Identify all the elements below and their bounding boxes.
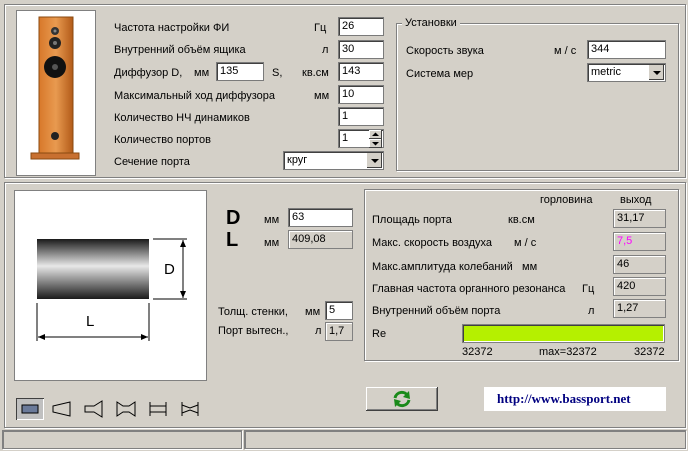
port-section-value: круг	[287, 154, 308, 166]
spin-down-icon	[372, 142, 379, 146]
spin-up-icon	[372, 132, 379, 136]
box-volume-unit: л	[322, 44, 329, 56]
spin-up-button[interactable]	[369, 130, 382, 139]
speaker-image-frame	[16, 10, 96, 176]
re-max-value: max=32372	[539, 346, 597, 358]
port-shape-straight-button[interactable]	[16, 398, 44, 420]
port-shape-flared-button[interactable]	[48, 398, 76, 420]
l-output: 409,08	[288, 230, 353, 249]
port-volume-label: Внутренний объём порта	[372, 305, 501, 317]
box-volume-label: Внутренний объём ящика	[114, 44, 246, 56]
diffuser-s-input[interactable]: 143	[338, 62, 384, 81]
organ-freq-unit: Гц	[582, 283, 595, 295]
re-bar-fill	[464, 326, 663, 341]
double-flare-icon	[116, 401, 136, 417]
amplitude-output: 46	[613, 255, 666, 274]
displaced-label: Порт вытесн.,	[218, 325, 289, 337]
drawing-d-label: D	[164, 261, 175, 278]
displaced-unit: л	[315, 325, 322, 337]
re-label: Re	[372, 328, 387, 340]
refresh-button[interactable]	[366, 387, 438, 411]
port-count-label: Количество портов	[114, 134, 211, 146]
sound-speed-input[interactable]: 344	[587, 40, 666, 59]
sound-speed-unit: м / с	[554, 45, 577, 57]
port-volume-unit: л	[588, 305, 595, 317]
spin-down-button[interactable]	[369, 139, 382, 148]
port-shape-horn-button[interactable]	[80, 398, 108, 420]
diffuser-s-label: S,	[272, 67, 283, 79]
port-area-unit: кв.см	[508, 214, 535, 226]
diffuser-mm-unit: мм	[194, 67, 210, 79]
col-exit-header: выход	[620, 194, 652, 206]
straight-flange-icon	[149, 402, 167, 416]
displaced-output: 1,7	[325, 322, 353, 341]
wall-unit: мм	[305, 306, 321, 318]
woofer-count-label: Количество НЧ динамиков	[114, 112, 250, 124]
drawing-l-label: L	[86, 313, 95, 330]
port-shape-double-flare-button[interactable]	[112, 398, 140, 420]
l-letter: L	[226, 229, 239, 251]
air-speed-output: 7,5	[613, 232, 666, 251]
re-right-value: 32372	[634, 346, 665, 358]
diffuser-d-input[interactable]: 135	[216, 62, 264, 81]
sound-speed-label: Скорость звука	[406, 45, 484, 57]
tuning-freq-input[interactable]: 26	[338, 17, 384, 36]
re-left-value: 32372	[462, 346, 493, 358]
d-unit: мм	[264, 214, 280, 226]
diffuser-s-unit: кв.см	[302, 67, 329, 79]
air-speed-unit: м / с	[514, 237, 537, 249]
l-unit: мм	[264, 237, 280, 249]
window: { "params": { "tuning_freq": {"label":"Ч…	[0, 0, 688, 451]
port-area-output: 31,17	[613, 209, 666, 228]
box-volume-input[interactable]: 30	[338, 40, 384, 59]
max-stroke-label: Максимальный ход диффузора	[114, 90, 276, 102]
refresh-icon	[393, 390, 411, 408]
d-letter: D	[226, 207, 241, 229]
amplitude-unit: мм	[522, 261, 538, 273]
amplitude-label: Макс.амплитуда колебаний	[372, 261, 513, 273]
re-bar	[462, 324, 665, 343]
horn-port-icon	[84, 400, 103, 418]
wall-label: Толщ. стенки,	[218, 306, 288, 318]
diffuser-label: Диффузор D,	[114, 67, 183, 79]
port-area-label: Площадь порта	[372, 214, 452, 226]
port-section-select[interactable]: круг	[283, 151, 384, 170]
port-shape-flange-button[interactable]	[144, 398, 172, 420]
organ-freq-output: 420	[613, 277, 666, 296]
straight-port-icon	[21, 404, 39, 414]
max-stroke-unit: мм	[314, 90, 330, 102]
units-select[interactable]: metric	[587, 63, 666, 82]
port-volume-output: 1,27	[613, 299, 666, 318]
chevron-down-icon[interactable]	[648, 65, 664, 80]
wall-input[interactable]: 5	[325, 301, 353, 320]
max-stroke-input[interactable]: 10	[338, 85, 384, 104]
woofer-count-input[interactable]: 1	[338, 107, 384, 126]
col-throat-header: горловина	[540, 194, 593, 206]
website-link[interactable]: http://www.bassport.net	[497, 392, 631, 405]
speaker-image	[30, 16, 80, 160]
units-label: Система мер	[406, 68, 474, 80]
settings-title: Установки	[402, 17, 460, 30]
tuning-freq-unit: Гц	[314, 22, 327, 34]
port-drawing-frame	[14, 190, 207, 381]
chevron-down-icon[interactable]	[366, 153, 382, 168]
units-value: metric	[591, 66, 621, 78]
port-section-label: Сечение порта	[114, 156, 190, 168]
tuning-freq-label: Частота настройки ФИ	[114, 22, 230, 34]
organ-freq-label: Главная частота органного резонанса	[372, 283, 566, 295]
status-bar-right	[244, 430, 686, 449]
port-shape-double-taper-button[interactable]	[176, 398, 204, 420]
port-drawing	[36, 238, 187, 341]
status-bar-left	[2, 430, 242, 449]
air-speed-label: Макс. скорость воздуха	[372, 237, 492, 249]
flared-port-icon	[52, 401, 71, 417]
double-taper-icon	[181, 402, 199, 416]
d-input[interactable]: 63	[288, 208, 353, 227]
